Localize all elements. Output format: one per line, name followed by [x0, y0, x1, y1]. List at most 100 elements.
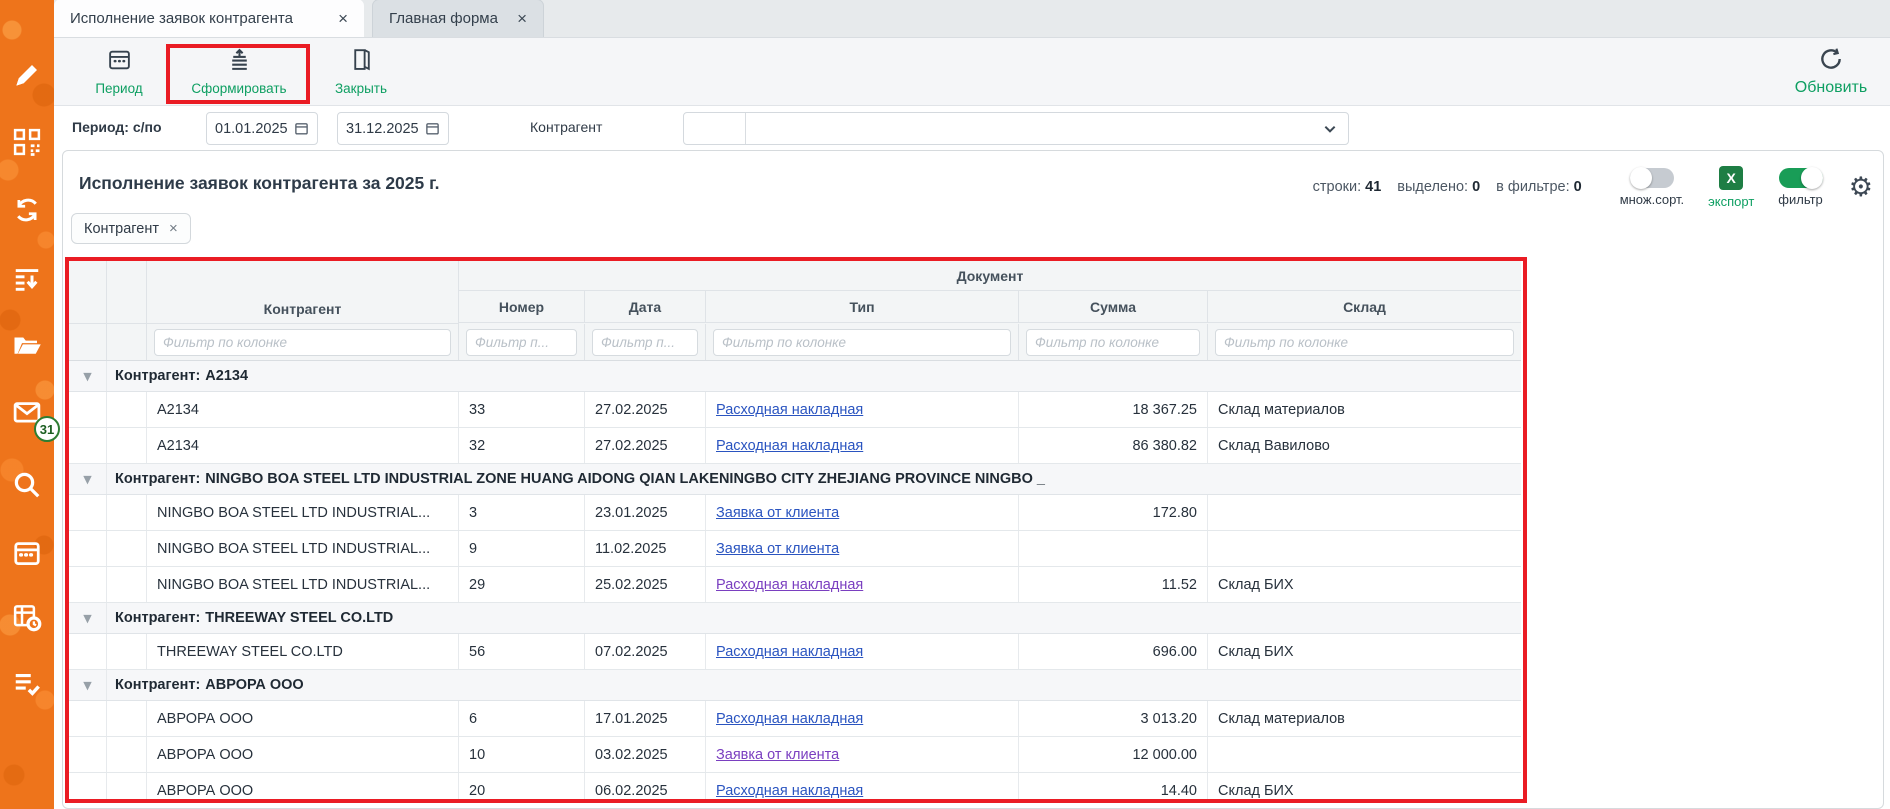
group-header-row[interactable]: ▼ Контрагент:THREEWAY STEEL CO.LTD [69, 603, 1521, 634]
report-title: Исполнение заявок контрагента за 2025 г. [79, 173, 440, 194]
tab-close-icon[interactable]: × [338, 10, 348, 27]
document-type-link[interactable]: Расходная накладная [716, 783, 863, 799]
filter-input-date[interactable] [592, 329, 698, 356]
cell-sum: 3 013.20 [1019, 701, 1208, 736]
date-to-value: 31.12.2025 [346, 121, 425, 137]
collapse-triangle-icon[interactable]: ▼ [83, 612, 91, 625]
export-list-icon[interactable] [12, 263, 42, 293]
cell-date: 06.02.2025 [585, 773, 706, 803]
cell-number: 33 [459, 392, 585, 427]
filter-input-counterparty[interactable] [154, 329, 451, 356]
counterparty-combobox[interactable] [683, 112, 1349, 145]
mail-icon[interactable]: 31 [12, 398, 42, 428]
folder-icon[interactable] [12, 330, 42, 360]
cell-spacer [107, 737, 147, 772]
table-row[interactable]: NINGBO BOA STEEL LTD INDUSTRIAL...323.01… [69, 495, 1521, 531]
document-type-link[interactable]: Заявка от клиента [716, 541, 839, 557]
header-counterparty[interactable]: Контрагент [147, 261, 459, 324]
generate-button[interactable]: Сформировать [176, 45, 302, 99]
group-header-row[interactable]: ▼ Контрагент:АВРОРА ООО [69, 670, 1521, 701]
close-button[interactable]: Закрыть [316, 45, 406, 99]
tab-close-icon[interactable]: × [517, 10, 527, 27]
grid-controls: строки:41 выделено:0 в фильтре:0 множ.со… [1313, 159, 1873, 215]
document-type-link[interactable]: Расходная накладная [716, 711, 863, 727]
table-row[interactable]: АВРОРА ООО617.01.2025Расходная накладная… [69, 701, 1521, 737]
table-row[interactable]: АВРОРА ООО2006.02.2025Расходная накладна… [69, 773, 1521, 803]
table-row[interactable]: АВРОРА ООО1003.02.2025Заявка от клиента1… [69, 737, 1521, 773]
collapse-triangle-icon[interactable]: ▼ [83, 473, 91, 486]
sync-icon[interactable] [12, 195, 42, 225]
table-body: ▼Контрагент:A2134A21343327.02.2025Расход… [69, 361, 1521, 803]
group-expander[interactable]: ▼ [69, 464, 107, 494]
header-type[interactable]: Тип [706, 291, 1019, 322]
task-list-icon[interactable] [12, 668, 42, 698]
cell-sum: 696.00 [1019, 634, 1208, 669]
header-number[interactable]: Номер [459, 291, 585, 322]
group-label: Контрагент:АВРОРА ООО [107, 670, 1521, 700]
document-type-link[interactable]: Расходная накладная [716, 577, 863, 593]
chevron-down-icon[interactable] [1322, 121, 1338, 137]
document-type-link[interactable]: Заявка от клиента [716, 747, 839, 763]
search-icon[interactable] [12, 470, 42, 500]
date-from-input[interactable]: 01.01.2025 [206, 112, 318, 145]
excel-icon[interactable]: X [1719, 166, 1743, 190]
counterparty-label: Контрагент [530, 119, 602, 135]
document-type-link[interactable]: Расходная накладная [716, 644, 863, 660]
filter-toggle-group[interactable]: фильтр [1778, 168, 1822, 207]
cell-number: 3 [459, 495, 585, 530]
refresh-button[interactable]: Обновить [1786, 44, 1876, 100]
header-sum[interactable]: Сумма [1019, 291, 1208, 322]
schedule-table-icon[interactable] [12, 602, 42, 632]
table-row[interactable]: A21343227.02.2025Расходная накладная86 3… [69, 428, 1521, 464]
cell-sum: 11.52 [1019, 567, 1208, 602]
cell-warehouse: Склад БИХ [1208, 634, 1521, 669]
tab-report[interactable]: Исполнение заявок контрагента × [54, 0, 364, 37]
group-header-row[interactable]: ▼Контрагент:A2134 [69, 361, 1521, 392]
settings-gear-icon[interactable]: ⚙ [1849, 174, 1873, 201]
header-date[interactable]: Дата [585, 291, 706, 322]
cell-sum: 18 367.25 [1019, 392, 1208, 427]
document-type-link[interactable]: Заявка от клиента [716, 505, 839, 521]
report-panel: Исполнение заявок контрагента за 2025 г.… [62, 150, 1884, 809]
chip-close-icon[interactable]: × [169, 220, 178, 237]
header-warehouse[interactable]: Склад [1208, 291, 1521, 322]
group-header-row[interactable]: ▼Контрагент:NINGBO BOA STEEL LTD INDUSTR… [69, 464, 1521, 495]
multisort-toggle-group[interactable]: множ.сорт. [1620, 168, 1684, 207]
group-expander[interactable]: ▼ [69, 603, 107, 633]
cell-expander [69, 567, 107, 602]
group-label: Контрагент:THREEWAY STEEL CO.LTD [107, 603, 1521, 633]
counterparty-code-input[interactable] [684, 113, 746, 144]
table-row[interactable]: A21343327.02.2025Расходная накладная18 3… [69, 392, 1521, 428]
generate-button-label: Сформировать [191, 81, 286, 96]
filter-toggle[interactable] [1779, 168, 1823, 188]
document-type-link[interactable]: Расходная накладная [716, 438, 863, 454]
cell-warehouse: Склад Вавилово [1208, 428, 1521, 463]
cell-counterparty: АВРОРА ООО [147, 773, 459, 803]
group-expander[interactable]: ▼ [69, 670, 107, 700]
document-type-link[interactable]: Расходная накладная [716, 402, 863, 418]
filter-input-type[interactable] [713, 329, 1011, 356]
export-button[interactable]: X экспорт [1708, 166, 1754, 209]
table-row[interactable]: NINGBO BOA STEEL LTD INDUSTRIAL...2925.0… [69, 567, 1521, 603]
calendar-icon[interactable] [294, 121, 309, 136]
tab-main-form[interactable]: Главная форма × [372, 0, 544, 37]
filter-input-warehouse[interactable] [1215, 329, 1514, 356]
group-expander[interactable]: ▼ [69, 361, 107, 391]
collapse-triangle-icon[interactable]: ▼ [83, 679, 91, 692]
cell-spacer [107, 773, 147, 803]
multisort-toggle[interactable] [1630, 168, 1674, 188]
calendar-icon[interactable] [425, 121, 440, 136]
table-row[interactable]: NINGBO BOA STEEL LTD INDUSTRIAL...911.02… [69, 531, 1521, 567]
period-button[interactable]: Период [64, 45, 174, 99]
date-to-input[interactable]: 31.12.2025 [337, 112, 449, 145]
filter-input-number[interactable] [466, 329, 577, 356]
collapse-triangle-icon[interactable]: ▼ [83, 370, 91, 383]
qr-code-icon[interactable] [12, 127, 42, 157]
table-row[interactable]: THREEWAY STEEL CO.LTD5607.02.2025Расходн… [69, 634, 1521, 670]
cell-spacer [107, 495, 147, 530]
filter-chip-counterparty[interactable]: Контрагент × [71, 213, 191, 244]
cell-counterparty: NINGBO BOA STEEL LTD INDUSTRIAL... [147, 567, 459, 602]
calendar-icon[interactable] [12, 538, 42, 568]
pencil-icon[interactable] [12, 60, 42, 90]
filter-input-sum[interactable] [1026, 329, 1200, 356]
